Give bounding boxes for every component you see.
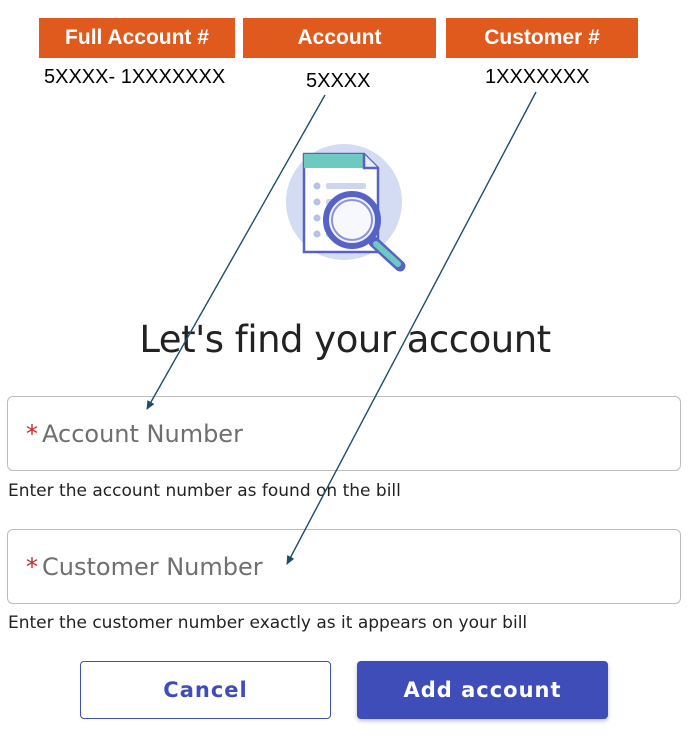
account-header-label: Account: [297, 26, 382, 49]
account-number-placeholder: Account Number: [42, 419, 243, 448]
document-search-icon: [286, 144, 406, 272]
customer-header: Customer #: [446, 18, 638, 58]
cancel-button[interactable]: Cancel: [80, 661, 331, 719]
full-account-header-label: Full Account #: [65, 26, 209, 49]
customer-number-input[interactable]: * Customer Number: [7, 529, 681, 604]
add-account-button-label: Add account: [403, 678, 562, 702]
add-account-button[interactable]: Add account: [357, 661, 608, 719]
account-number-input[interactable]: * Account Number: [7, 396, 681, 471]
page-title: Let's find your account: [139, 318, 551, 361]
full-account-example: 5XXXX- 1XXXXXXX: [44, 66, 226, 88]
annotation-arrows: [146, 91, 537, 565]
customer-header-label: Customer #: [484, 26, 600, 49]
account-number-helper: Enter the account number as found on the…: [8, 481, 401, 501]
required-marker: *: [26, 552, 38, 581]
required-marker: *: [26, 419, 38, 448]
page: Full Account # Account Customer # 5XXXX-…: [0, 0, 698, 747]
customer-number-helper: Enter the customer number exactly as it …: [8, 613, 528, 633]
account-header: Account: [243, 18, 436, 58]
account-example: 5XXXX: [306, 70, 371, 92]
cancel-button-label: Cancel: [163, 678, 248, 702]
customer-number-placeholder: Customer Number: [42, 552, 263, 581]
full-account-header: Full Account #: [39, 18, 235, 58]
customer-example: 1XXXXXXX: [485, 66, 590, 88]
